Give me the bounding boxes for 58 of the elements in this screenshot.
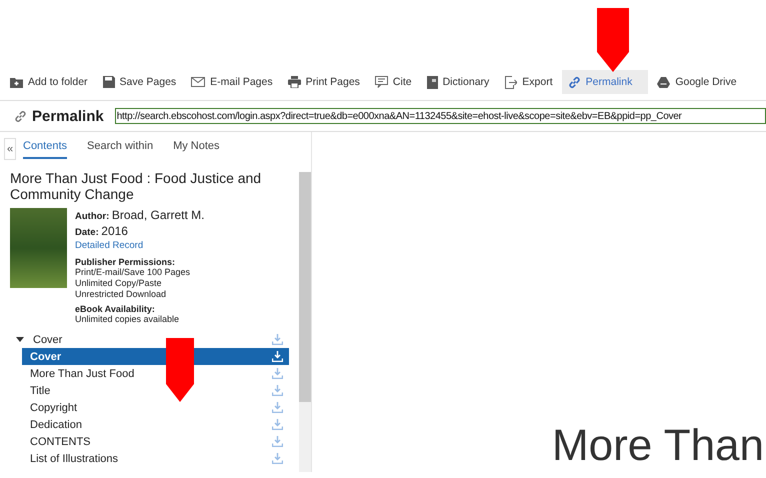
download-icon <box>272 351 283 362</box>
toc-item[interactable]: List of Illustrations <box>22 450 289 467</box>
download-icon <box>272 402 283 413</box>
collapse-button[interactable]: « <box>4 138 16 160</box>
download-icon <box>272 453 283 464</box>
permissions-label: Publisher Permissions: <box>75 257 176 267</box>
url-field[interactable]: http://search.ebscohost.com/login.aspx?direct=true&db=e000xna&AN=1132455&site=ehost-live&scope=site&ebv=EB&ppid=pp_Cover <box>114 108 766 124</box>
availability-text: Unlimited copies available <box>75 314 180 325</box>
save-icon <box>102 76 115 88</box>
permalink-title: Permalink <box>32 108 104 124</box>
book-title: More Than Just Food : Food Justice and Community Change <box>10 170 262 202</box>
book-icon <box>426 76 438 88</box>
download-icon <box>272 368 283 379</box>
toolbar-button[interactable]: Add to folder <box>10 70 94 94</box>
permission-text: Unrestricted Download <box>75 289 168 300</box>
sidebar-tab[interactable]: My Notes <box>173 138 220 159</box>
annotation-arrow <box>597 8 629 72</box>
sidebar-tab[interactable]: Contents <box>23 138 68 159</box>
toolbar-button[interactable]: Dictionary <box>420 70 496 94</box>
download-icon <box>272 385 283 396</box>
scrollbar-thumb[interactable] <box>299 172 311 402</box>
toolbar-button[interactable]: Google Drive <box>651 70 743 94</box>
export-icon <box>504 76 518 88</box>
author-name: Broad, Garrett M. <box>112 208 205 222</box>
toc-item[interactable]: Cover <box>22 348 289 365</box>
toc-item[interactable]: Cover <box>10 331 289 348</box>
permission-text: Print/E-mail/Save 100 Pages <box>75 267 192 278</box>
folder-icon <box>10 76 23 88</box>
mail-icon <box>191 77 206 87</box>
toolbar-button[interactable]: Export <box>498 70 559 94</box>
toolbar-button[interactable]: Save Pages <box>96 70 182 94</box>
toc-item[interactable]: Title <box>22 382 289 399</box>
toc-item[interactable]: Copyright <box>22 399 289 416</box>
toc-item[interactable]: CONTENTS <box>22 433 289 450</box>
page-heading: More Than <box>552 420 764 472</box>
link-icon <box>568 76 581 88</box>
toc-item[interactable]: More Than Just Food <box>22 365 289 382</box>
scrollbar[interactable] <box>299 172 311 472</box>
author-label: Author: <box>75 211 110 222</box>
toolbar-button[interactable]: Print Pages <box>282 70 366 94</box>
annotation-arrow <box>166 338 194 402</box>
download-icon <box>272 334 283 345</box>
detailed-record-link[interactable]: Detailed Record <box>75 240 205 251</box>
printer-icon <box>288 76 301 88</box>
download-icon <box>272 419 283 430</box>
sidebar-tab[interactable]: Search within <box>87 138 154 159</box>
publication-date: 2016 <box>101 224 128 238</box>
toolbar-button[interactable]: E-mail Pages <box>185 70 279 94</box>
permission-text: Unlimited Copy/Paste <box>75 278 163 289</box>
link-icon <box>14 110 27 122</box>
availability-label: eBook Availability: <box>75 304 156 314</box>
toc-item[interactable]: Dedication <box>22 416 289 433</box>
download-icon <box>272 436 283 447</box>
date-label: Date: <box>75 227 99 238</box>
toolbar-button[interactable]: Cite <box>368 70 418 94</box>
caret-icon <box>16 337 24 342</box>
quote-icon <box>374 76 388 88</box>
toolbar-button[interactable]: Permalink <box>562 70 648 94</box>
